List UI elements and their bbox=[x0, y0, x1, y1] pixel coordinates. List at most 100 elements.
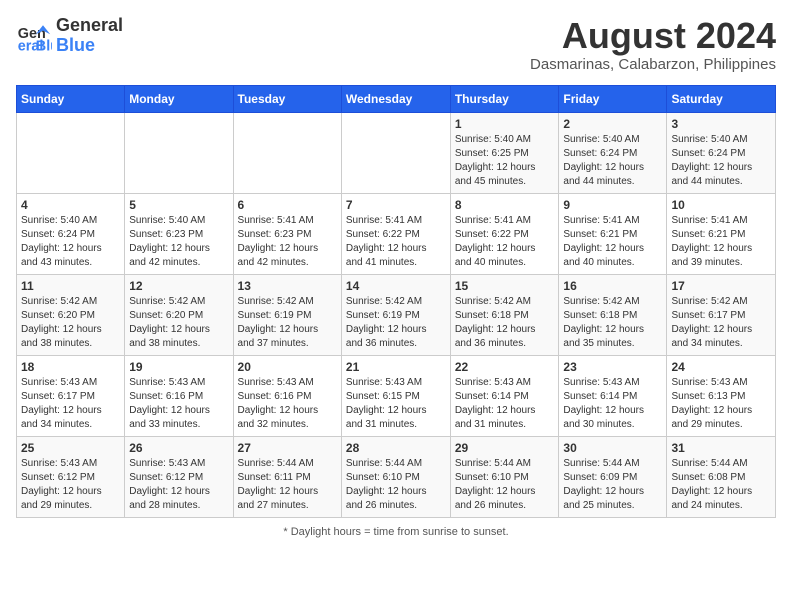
day-detail: Sunrise: 5:42 AM Sunset: 6:17 PM Dayligh… bbox=[671, 295, 771, 351]
day-detail: Sunrise: 5:42 AM Sunset: 6:18 PM Dayligh… bbox=[455, 295, 555, 351]
day-number: 8 bbox=[455, 198, 555, 212]
calendar-cell: 5Sunrise: 5:40 AM Sunset: 6:23 PM Daylig… bbox=[125, 193, 233, 274]
week-row-2: 11 Sunrise: 5:42 AM Sunset: 6:20 PM Dayli… bbox=[17, 274, 776, 355]
day-detail: Sunrise: 5:41 AM Sunset: 6:22 PM Dayligh… bbox=[455, 214, 555, 270]
calendar-cell: 13Sunrise: 5:42 AM Sunset: 6:19 PM Dayli… bbox=[233, 274, 341, 355]
day-detail: Sunrise: 5:43 AM Sunset: 6:15 PM Dayligh… bbox=[346, 376, 446, 432]
calendar-cell: 26 Sunrise: 5:43 AM Sunset: 6:12 PM Dayli… bbox=[125, 436, 233, 517]
day-detail: Sunrise: 5:43 AM Sunset: 6:13 PM Dayligh… bbox=[671, 376, 771, 432]
day-number: 27 bbox=[238, 441, 337, 455]
day-number: 19 bbox=[129, 360, 228, 374]
day-header-thursday: Thursday bbox=[450, 85, 559, 112]
day-detail: Sunrise: 5:42 AM Sunset: 6:19 PM Dayligh… bbox=[346, 295, 446, 351]
day-detail: Sunrise: 5:44 AM Sunset: 6:08 PM Dayligh… bbox=[671, 457, 771, 513]
calendar-cell: 31Sunrise: 5:44 AM Sunset: 6:08 PM Dayli… bbox=[667, 436, 776, 517]
svg-text:Blue: Blue bbox=[36, 38, 52, 54]
calendar-cell: 30 Sunrise: 5:44 AM Sunset: 6:09 PM Dayli… bbox=[559, 436, 667, 517]
calendar-cell: 6 Sunrise: 5:41 AM Sunset: 6:23 PM Daylig… bbox=[233, 193, 341, 274]
day-number: 1 bbox=[455, 117, 555, 131]
calendar-cell: 25 Sunrise: 5:43 AM Sunset: 6:12 PM Dayli… bbox=[17, 436, 125, 517]
day-detail: Sunrise: 5:43 AM Sunset: 6:14 PM Dayligh… bbox=[455, 376, 555, 432]
day-detail: Sunrise: 5:40 AM Sunset: 6:24 PM Dayligh… bbox=[21, 214, 120, 270]
day-number: 28 bbox=[346, 441, 446, 455]
calendar-cell: 3 Sunrise: 5:40 AM Sunset: 6:24 PM Daylig… bbox=[667, 112, 776, 193]
calendar-cell: 20Sunrise: 5:43 AM Sunset: 6:16 PM Dayli… bbox=[233, 355, 341, 436]
calendar-cell: 8 Sunrise: 5:41 AM Sunset: 6:22 PM Daylig… bbox=[450, 193, 559, 274]
week-row-3: 18 Sunrise: 5:43 AM Sunset: 6:17 PM Dayli… bbox=[17, 355, 776, 436]
day-detail: Sunrise: 5:42 AM Sunset: 6:20 PM Dayligh… bbox=[21, 295, 120, 351]
day-header-tuesday: Tuesday bbox=[233, 85, 341, 112]
day-number: 17 bbox=[671, 279, 771, 293]
day-number: 2 bbox=[563, 117, 662, 131]
day-number: 30 bbox=[563, 441, 662, 455]
calendar-cell: 24Sunrise: 5:43 AM Sunset: 6:13 PM Dayli… bbox=[667, 355, 776, 436]
header: Gen eral Blue General Blue August 2024 D… bbox=[16, 16, 776, 73]
week-row-1: 4 Sunrise: 5:40 AM Sunset: 6:24 PM Daylig… bbox=[17, 193, 776, 274]
days-header-row: SundayMondayTuesdayWednesdayThursdayFrid… bbox=[17, 85, 776, 112]
day-detail: Sunrise: 5:41 AM Sunset: 6:21 PM Dayligh… bbox=[563, 214, 662, 270]
day-number: 10 bbox=[671, 198, 771, 212]
logo-icon: Gen eral Blue bbox=[16, 18, 52, 54]
day-detail: Sunrise: 5:41 AM Sunset: 6:22 PM Dayligh… bbox=[346, 214, 446, 270]
week-row-4: 25 Sunrise: 5:43 AM Sunset: 6:12 PM Dayli… bbox=[17, 436, 776, 517]
day-number: 21 bbox=[346, 360, 446, 374]
logo-general-text: General bbox=[56, 16, 123, 36]
calendar-cell bbox=[233, 112, 341, 193]
day-number: 11 bbox=[21, 279, 120, 293]
calendar-cell: 22 Sunrise: 5:43 AM Sunset: 6:14 PM Dayli… bbox=[450, 355, 559, 436]
day-number: 18 bbox=[21, 360, 120, 374]
day-number: 6 bbox=[238, 198, 337, 212]
day-number: 12 bbox=[129, 279, 228, 293]
day-number: 3 bbox=[671, 117, 771, 131]
calendar-cell: 17 Sunrise: 5:42 AM Sunset: 6:17 PM Dayli… bbox=[667, 274, 776, 355]
calendar-cell: 7 Sunrise: 5:41 AM Sunset: 6:22 PM Daylig… bbox=[341, 193, 450, 274]
calendar-cell: 2 Sunrise: 5:40 AM Sunset: 6:24 PM Daylig… bbox=[559, 112, 667, 193]
day-number: 13 bbox=[238, 279, 337, 293]
day-number: 20 bbox=[238, 360, 337, 374]
calendar-cell: 23Sunrise: 5:43 AM Sunset: 6:14 PM Dayli… bbox=[559, 355, 667, 436]
day-detail: Sunrise: 5:40 AM Sunset: 6:24 PM Dayligh… bbox=[563, 133, 662, 189]
day-number: 23 bbox=[563, 360, 662, 374]
day-header-friday: Friday bbox=[559, 85, 667, 112]
calendar-cell: 12Sunrise: 5:42 AM Sunset: 6:20 PM Dayli… bbox=[125, 274, 233, 355]
day-number: 29 bbox=[455, 441, 555, 455]
day-detail: Sunrise: 5:43 AM Sunset: 6:17 PM Dayligh… bbox=[21, 376, 120, 432]
day-detail: Sunrise: 5:41 AM Sunset: 6:23 PM Dayligh… bbox=[238, 214, 337, 270]
day-detail: Sunrise: 5:43 AM Sunset: 6:12 PM Dayligh… bbox=[21, 457, 120, 513]
day-number: 9 bbox=[563, 198, 662, 212]
subtitle: Dasmarinas, Calabarzon, Philippines bbox=[530, 56, 776, 73]
day-detail: Sunrise: 5:43 AM Sunset: 6:12 PM Dayligh… bbox=[129, 457, 228, 513]
day-detail: Sunrise: 5:40 AM Sunset: 6:23 PM Dayligh… bbox=[129, 214, 228, 270]
calendar-cell: 9 Sunrise: 5:41 AM Sunset: 6:21 PM Daylig… bbox=[559, 193, 667, 274]
logo-blue-text: Blue bbox=[56, 36, 123, 56]
day-header-saturday: Saturday bbox=[667, 85, 776, 112]
day-number: 25 bbox=[21, 441, 120, 455]
day-detail: Sunrise: 5:41 AM Sunset: 6:21 PM Dayligh… bbox=[671, 214, 771, 270]
calendar-cell: 27Sunrise: 5:44 AM Sunset: 6:11 PM Dayli… bbox=[233, 436, 341, 517]
day-number: 15 bbox=[455, 279, 555, 293]
day-detail: Sunrise: 5:40 AM Sunset: 6:24 PM Dayligh… bbox=[671, 133, 771, 189]
day-number: 7 bbox=[346, 198, 446, 212]
title-section: August 2024 Dasmarinas, Calabarzon, Phil… bbox=[530, 16, 776, 73]
day-number: 4 bbox=[21, 198, 120, 212]
calendar-cell: 16Sunrise: 5:42 AM Sunset: 6:18 PM Dayli… bbox=[559, 274, 667, 355]
calendar-cell: 18 Sunrise: 5:43 AM Sunset: 6:17 PM Dayli… bbox=[17, 355, 125, 436]
day-detail: Sunrise: 5:44 AM Sunset: 6:10 PM Dayligh… bbox=[346, 457, 446, 513]
day-detail: Sunrise: 5:43 AM Sunset: 6:16 PM Dayligh… bbox=[129, 376, 228, 432]
calendar-cell: 21 Sunrise: 5:43 AM Sunset: 6:15 PM Dayli… bbox=[341, 355, 450, 436]
calendar-table: SundayMondayTuesdayWednesdayThursdayFrid… bbox=[16, 85, 776, 518]
day-number: 22 bbox=[455, 360, 555, 374]
calendar-cell: 28 Sunrise: 5:44 AM Sunset: 6:10 PM Dayli… bbox=[341, 436, 450, 517]
logo: Gen eral Blue General Blue bbox=[16, 16, 123, 56]
week-row-0: 1 Sunrise: 5:40 AM Sunset: 6:25 PM Daylig… bbox=[17, 112, 776, 193]
day-number: 14 bbox=[346, 279, 446, 293]
calendar-cell bbox=[17, 112, 125, 193]
day-detail: Sunrise: 5:44 AM Sunset: 6:09 PM Dayligh… bbox=[563, 457, 662, 513]
logo-text: General Blue bbox=[56, 16, 123, 56]
calendar-cell: 29Sunrise: 5:44 AM Sunset: 6:10 PM Dayli… bbox=[450, 436, 559, 517]
footer-note: * Daylight hours = time from sunrise to … bbox=[16, 526, 776, 538]
calendar-cell: 4 Sunrise: 5:40 AM Sunset: 6:24 PM Daylig… bbox=[17, 193, 125, 274]
day-detail: Sunrise: 5:40 AM Sunset: 6:25 PM Dayligh… bbox=[455, 133, 555, 189]
calendar-cell: 11 Sunrise: 5:42 AM Sunset: 6:20 PM Dayli… bbox=[17, 274, 125, 355]
day-number: 26 bbox=[129, 441, 228, 455]
